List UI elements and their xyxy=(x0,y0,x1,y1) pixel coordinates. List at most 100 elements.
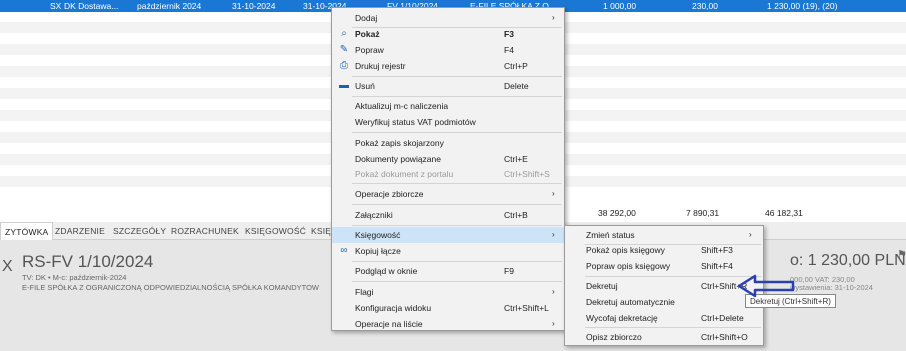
menu-item-shortcut: Ctrl+Shift+O xyxy=(701,332,748,342)
document-amount: o: 1 230,00 PLN xyxy=(790,252,906,269)
menu-separator xyxy=(352,204,562,205)
menu-item-label: Opisz zbiorczo xyxy=(586,332,642,342)
menu-item-label: Podgląd w oknie xyxy=(355,266,418,276)
menu-item-label: Pokaż xyxy=(355,29,380,39)
menu-separator xyxy=(585,327,761,328)
menu-item-pokaz-dokument-portal[interactable]: Pokaż dokument z portalu Ctrl+Shift+S xyxy=(332,166,564,182)
document-title: RS-FV 1/10/2024 xyxy=(22,252,154,271)
menu-item-drukuj-rejestr[interactable]: ⎙ Drukuj rejestr Ctrl+P xyxy=(332,58,564,74)
annotation-arrow-icon xyxy=(737,274,795,298)
submenu-item-popraw-opis[interactable]: Popraw opis księgowy Shift+F4 xyxy=(565,258,763,274)
submenu-item-zmien-status[interactable]: Zmień status › xyxy=(565,227,763,243)
menu-item-konfiguracja-widoku[interactable]: Konfiguracja widoku Ctrl+Shift+L xyxy=(332,300,564,316)
menu-item-pokaz-zapis[interactable]: Pokaż zapis skojarzony xyxy=(332,135,564,151)
submenu-item-wycofaj-dekretacje[interactable]: Wycofaj dekretację Ctrl+Delete xyxy=(565,310,763,326)
submenu-arrow-icon: › xyxy=(552,319,555,328)
menu-item-label: Popraw xyxy=(355,45,384,55)
menu-item-shortcut: Ctrl+Shift+L xyxy=(504,303,549,313)
menu-item-flagi[interactable]: Flagi › xyxy=(332,284,564,300)
link-icon: ∞ xyxy=(340,245,348,256)
submenu-arrow-icon: › xyxy=(552,287,555,296)
menu-item-shortcut: Delete xyxy=(504,81,529,91)
submenu-item-dekretuj-automatycznie[interactable]: Dekretuj automatycznie xyxy=(565,294,763,310)
submenu-item-dekretuj[interactable]: Dekretuj Ctrl+Shift+R xyxy=(565,278,763,294)
menu-item-label: Pokaż dokument z portalu xyxy=(355,169,454,179)
menu-item-podglad-w-oknie[interactable]: Podgląd w oknie F9 xyxy=(332,263,564,279)
menu-item-dodaj[interactable]: Dodaj › xyxy=(332,10,564,26)
menu-separator xyxy=(352,76,562,77)
menu-item-shortcut: Shift+F4 xyxy=(701,261,733,271)
total-net: 38 292,00 xyxy=(598,208,636,218)
menu-item-label: Weryfikuj status VAT podmiotów xyxy=(355,117,476,127)
menu-item-label: Zmień status xyxy=(586,230,635,240)
menu-item-operacje-zbiorcze[interactable]: Operacje zbiorcze › xyxy=(332,186,564,202)
menu-separator xyxy=(352,96,562,97)
submenu-item-pokaz-opis[interactable]: Pokaż opis księgowy Shift+F3 xyxy=(565,242,763,258)
menu-separator xyxy=(585,276,761,277)
submenu-arrow-icon: › xyxy=(552,230,555,239)
menu-item-label: Operacje zbiorcze xyxy=(355,189,424,199)
menu-item-label: Usuń xyxy=(355,81,375,91)
menu-separator xyxy=(352,281,562,282)
menu-item-label: Dodaj xyxy=(355,13,378,23)
menu-item-shortcut: Ctrl+P xyxy=(504,61,528,71)
menu-item-label: Dokumenty powiązane xyxy=(355,154,441,164)
flag-icon[interactable]: ⚑ xyxy=(897,248,906,261)
menu-separator xyxy=(352,132,562,133)
menu-item-shortcut: F3 xyxy=(504,29,514,39)
menu-item-dokumenty-powiazane[interactable]: Dokumenty powiązane Ctrl+E xyxy=(332,151,564,167)
context-menu: Dodaj › ⌕ Pokaż F3 ✎ Popraw F4 ⎙ Drukuj … xyxy=(331,7,565,331)
menu-item-usun[interactable]: ▬ Usuń Delete xyxy=(332,78,564,94)
cell-col8: 1 000,00 xyxy=(603,1,637,11)
menu-item-shortcut: Ctrl+E xyxy=(504,154,528,164)
menu-separator xyxy=(352,261,562,262)
submenu-item-opisz-zbiorczo[interactable]: Opisz zbiorczo Ctrl+Shift+O xyxy=(565,329,763,345)
total-vat: 7 890,31 xyxy=(686,208,720,218)
menu-item-shortcut: Ctrl+B xyxy=(504,210,528,220)
search-icon: ⌕ xyxy=(341,28,347,39)
trash-icon: ▬ xyxy=(339,80,349,91)
document-company: E-FILE SPÓŁKA Z OGRANICZONĄ ODPOWIEDZIAL… xyxy=(22,283,320,292)
document-type-mark: X xyxy=(2,258,13,275)
tab-szczegoly[interactable]: SZCZEGÓŁY xyxy=(113,222,166,240)
menu-item-operacje-na-liscie[interactable]: Operacje na liście › xyxy=(332,316,564,332)
cell-col2: DK Dostawa... xyxy=(64,1,119,11)
menu-item-shortcut: Ctrl+Shift+S xyxy=(504,169,550,179)
menu-item-weryfikuj-vat[interactable]: Weryfikuj status VAT podmiotów xyxy=(332,114,564,130)
submenu-arrow-icon: › xyxy=(552,189,555,198)
cell-col1: SX xyxy=(50,1,62,11)
menu-item-label: Flagi xyxy=(355,287,374,297)
menu-item-label: Pokaż opis księgowy xyxy=(586,245,665,255)
menu-item-label: Konfiguracja widoku xyxy=(355,303,432,313)
submenu-ksiegowosc: Zmień status › Pokaż opis księgowy Shift… xyxy=(564,225,764,346)
tab-zdarzenie[interactable]: ZDARZENIE xyxy=(55,222,105,240)
cell-col4: 31-10-2024 xyxy=(232,1,276,11)
menu-item-aktualizuj[interactable]: Aktualizuj m-c naliczenia xyxy=(332,98,564,114)
menu-item-kopiuj-lacze[interactable]: ∞ Kopiuj łącze xyxy=(332,243,564,259)
cell-col9: 230,00 xyxy=(692,1,718,11)
pencil-icon: ✎ xyxy=(339,44,349,55)
cell-col10: 1 230,00 (19), (20) xyxy=(767,1,838,11)
menu-item-label: Operacje na liście xyxy=(355,319,423,329)
total-gross: 46 182,31 xyxy=(765,208,803,218)
document-subtitle: TV: DK • M-c: październik-2024 xyxy=(22,273,127,282)
tab-rozrachunek[interactable]: ROZRACHUNEK xyxy=(171,222,239,240)
menu-item-zalaczniki[interactable]: Załączniki Ctrl+B xyxy=(332,207,564,223)
menu-item-popraw[interactable]: ✎ Popraw F4 xyxy=(332,42,564,58)
menu-item-label: Załączniki xyxy=(355,210,393,220)
printer-icon: ⎙ xyxy=(340,60,348,71)
submenu-arrow-icon: › xyxy=(749,230,752,239)
menu-item-pokaz[interactable]: ⌕ Pokaż F3 xyxy=(332,26,564,42)
menu-item-shortcut: F4 xyxy=(504,45,514,55)
tab-ksiegowosc[interactable]: KSIĘGOWOŚĆ xyxy=(245,222,306,240)
menu-item-label: Dekretuj xyxy=(586,281,618,291)
tab-wizytowka[interactable]: ZYTÓWKA xyxy=(0,222,54,240)
menu-item-ksiegowosc[interactable]: Księgowość › xyxy=(332,227,564,243)
menu-item-label: Pokaż zapis skojarzony xyxy=(355,138,444,148)
menu-item-label: Drukuj rejestr xyxy=(355,61,406,71)
cell-col3: październik 2024 xyxy=(137,1,202,11)
submenu-arrow-icon: › xyxy=(552,13,555,22)
tab-ksie-truncated[interactable]: KSIĘ xyxy=(311,222,331,240)
menu-item-label: Popraw opis księgowy xyxy=(586,261,671,271)
menu-item-label: Kopiuj łącze xyxy=(355,246,401,256)
